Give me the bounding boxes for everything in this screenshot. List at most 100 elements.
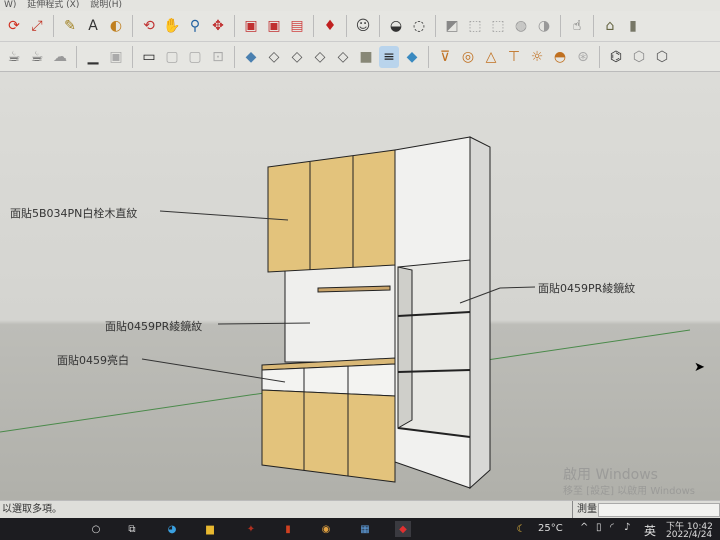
front-view-icon[interactable]: ◇ <box>287 46 307 68</box>
volume-icon[interactable]: ♪ <box>624 522 630 533</box>
right-view-icon[interactable]: ◇ <box>310 46 330 68</box>
toolbar-separator <box>599 45 600 68</box>
tray-chevron-icon[interactable]: ^ <box>580 522 588 533</box>
wifi-icon[interactable]: ◜ <box>610 522 614 533</box>
toolbar-separator <box>435 15 436 37</box>
box-up-icon[interactable]: ⬡ <box>629 46 649 68</box>
cone-light-icon[interactable]: △ <box>481 46 501 68</box>
door-icon[interactable]: ▮ <box>623 15 643 37</box>
scene-icon[interactable]: ▁ <box>83 46 103 68</box>
search-icon[interactable]: ○ <box>88 521 104 537</box>
teapot-icon[interactable]: ☕ <box>4 46 24 68</box>
edge-icon[interactable]: ◕ <box>164 521 180 537</box>
iso-view-icon[interactable]: ◆ <box>241 46 261 68</box>
pan-icon[interactable]: ✋ <box>162 15 182 37</box>
annotation-back[interactable]: 面貼0459PR綾鏡紋 <box>105 318 202 334</box>
back-view-icon[interactable]: ◇ <box>333 46 353 68</box>
menu-item[interactable]: W) <box>4 0 16 10</box>
clock-date[interactable]: 2022/4/24 <box>666 530 712 540</box>
sketchup-icon[interactable]: ◆ <box>395 521 411 537</box>
toolbar-separator <box>132 45 133 68</box>
activation-watermark-subtitle: 移至 [設定] 以啟用 Windows <box>563 486 695 497</box>
toolbar-separator <box>132 15 133 37</box>
teapot-pointer-icon[interactable]: ☕ <box>27 46 47 68</box>
menu-item-extensions[interactable]: 延伸程式 (X) <box>27 0 79 10</box>
toolbar-separator <box>313 15 314 37</box>
upper-cabinet <box>267 149 396 273</box>
layout-icon[interactable]: ▤ <box>287 15 307 37</box>
toolbar-separator <box>234 45 235 68</box>
teapot-window-icon[interactable]: ▢ <box>162 46 182 68</box>
component-select-icon[interactable]: ☝ <box>567 15 587 37</box>
office-icon[interactable]: ▮ <box>280 521 296 537</box>
back-edges-icon[interactable]: ◑ <box>534 15 554 37</box>
file-explorer-icon[interactable]: ▆ <box>202 521 218 537</box>
texture-shaded-icon[interactable]: ⬚ <box>488 15 508 37</box>
tape-measure-icon[interactable]: ✎ <box>60 15 80 37</box>
scene-image-icon[interactable]: ▣ <box>106 46 126 68</box>
scale-icon[interactable]: ⤢ <box>27 15 47 37</box>
extension-warehouse-icon[interactable]: ▣ <box>264 15 284 37</box>
orbit-icon[interactable]: ⟲ <box>139 15 159 37</box>
cloud-window-icon[interactable]: ▢ <box>185 46 205 68</box>
3d-warehouse-icon[interactable]: ▣ <box>241 15 261 37</box>
dome-icon[interactable]: ◓ <box>550 46 570 68</box>
menu-item-help[interactable]: 說明(H) <box>90 0 122 10</box>
weather-icon: ☾ <box>516 523 526 535</box>
ruby-icon[interactable]: ♦ <box>320 15 340 37</box>
monochrome-icon[interactable]: ◆ <box>402 46 422 68</box>
ring-icon[interactable]: ◎ <box>458 46 478 68</box>
taskbar: ○ ⧉ ◕ ▆ ✦ ▮ ◉ ▦ ◆ ☾ 25°C ^ ▯ ◜ ♪ 英 下午 10… <box>0 518 720 540</box>
cabinet-side-panel <box>469 136 491 490</box>
model-viewport[interactable]: 面貼5B034PN白栓木直紋 面貼0459PR綾鏡紋 面貼0459亮白 面貼04… <box>0 72 720 500</box>
solid-union-icon[interactable]: ◒ <box>386 15 406 37</box>
shaded-icon[interactable]: ■ <box>356 46 376 68</box>
back-panel <box>284 262 396 363</box>
cloud-icon[interactable]: ☁ <box>50 46 70 68</box>
solid-subtract-icon[interactable]: ◌ <box>409 15 429 37</box>
task-view-icon[interactable]: ⧉ <box>124 521 140 537</box>
window-icon[interactable]: ▭ <box>139 46 159 68</box>
toolbar-separator <box>379 15 380 37</box>
toolbar-separator <box>560 15 561 37</box>
store-icon[interactable]: ▦ <box>357 521 373 537</box>
annotation-upper[interactable]: 面貼5B034PN白栓木直紋 <box>10 205 137 221</box>
annotation-right[interactable]: 面貼0459PR綾鏡紋 <box>538 280 635 296</box>
rotate-icon[interactable]: ⟳ <box>4 15 24 37</box>
mouse-cursor-icon: ➤ <box>694 360 705 375</box>
sphere-icon[interactable]: ⊛ <box>573 46 593 68</box>
zoom-icon[interactable]: ⚲ <box>185 15 205 37</box>
lock-icon[interactable]: ⊡ <box>208 46 228 68</box>
render-section-icon[interactable]: ⊽ <box>435 46 455 68</box>
paint-bucket-icon[interactable]: ◐ <box>106 15 126 37</box>
shelf-inner-side <box>397 266 413 429</box>
measurements-label: 測量 <box>572 501 597 518</box>
toolbar-separator <box>234 15 235 37</box>
account-icon[interactable]: ☺ <box>353 15 373 37</box>
shaded-texture-icon[interactable]: ≡ <box>379 45 399 68</box>
toolbar-separator <box>53 15 54 37</box>
tray-icon[interactable]: ▯ <box>596 522 602 533</box>
weather-temp[interactable]: 25°C <box>538 523 563 534</box>
toolbar-views: ☕ ☕ ☁ ▁ ▣ ▭ ▢ ▢ ⊡ ◆ ◇ ◇ ◇ ◇ ■ ≡ ◆ ⊽ ◎ △ ⊤ ☼ ◓ ⊛ ⌬ ⬡ ⬡ <box>0 42 720 72</box>
top-view-icon[interactable]: ◇ <box>264 46 284 68</box>
sun-icon[interactable]: ☼ <box>527 46 547 68</box>
ime-indicator[interactable]: 英 <box>644 522 656 539</box>
app-icon[interactable]: ✦ <box>243 521 259 537</box>
spot-light-icon[interactable]: ⊤ <box>504 46 524 68</box>
x-ray-icon[interactable]: ◍ <box>511 15 531 37</box>
vpn-icon[interactable]: ◉ <box>318 521 334 537</box>
house-icon[interactable]: ⌂ <box>600 15 620 37</box>
camera-icon[interactable]: ⌬ <box>606 46 626 68</box>
toolbar-separator <box>428 45 429 68</box>
activation-watermark-title: 啟用 Windows <box>563 467 658 483</box>
box-icon[interactable]: ⬡ <box>652 46 672 68</box>
measurements-input[interactable] <box>598 503 720 517</box>
text-icon[interactable]: A <box>83 15 103 37</box>
annotation-drawer[interactable]: 面貼0459亮白 <box>57 352 129 368</box>
toolbar-separator <box>76 45 77 68</box>
section-plane-icon[interactable]: ◩ <box>442 15 462 37</box>
zoom-extents-icon[interactable]: ✥ <box>208 15 228 37</box>
texture-icon[interactable]: ⬚ <box>465 15 485 37</box>
lower-cabinet <box>261 389 396 483</box>
